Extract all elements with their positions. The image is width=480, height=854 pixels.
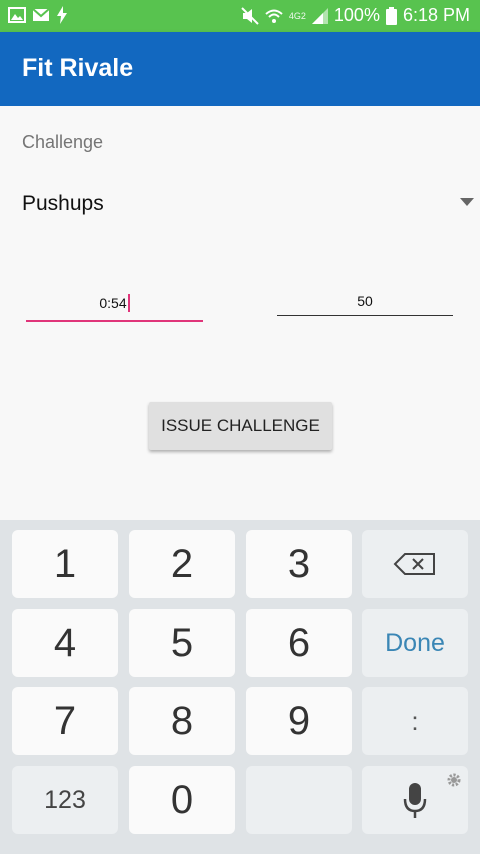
time-input[interactable]: 0:54	[26, 294, 203, 322]
battery-icon	[385, 6, 397, 25]
app-bar: Fit Rivale	[0, 32, 480, 106]
key-7[interactable]: 7	[12, 687, 118, 755]
charging-icon	[57, 6, 67, 24]
key-2[interactable]: 2	[129, 530, 235, 598]
app-title: Fit Rivale	[22, 54, 134, 82]
gear-icon	[447, 773, 461, 787]
key-0[interactable]: 0	[129, 766, 235, 834]
key-4[interactable]: 4	[12, 609, 118, 677]
key-6[interactable]: 6	[246, 609, 352, 677]
key-done[interactable]: Done	[362, 609, 468, 677]
key-8[interactable]: 8	[129, 687, 235, 755]
signal-icon	[311, 7, 328, 24]
key-3[interactable]: 3	[246, 530, 352, 598]
key-colon[interactable]: :	[362, 687, 468, 755]
challenge-label: Challenge	[22, 132, 104, 152]
time-input-underline	[26, 320, 203, 322]
key-5[interactable]: 5	[129, 609, 235, 677]
count-input-underline	[277, 315, 453, 316]
numeric-keyboard: 1 2 3 4 5 6 Done 7 8 9 : 123 0	[0, 520, 480, 854]
microphone-icon	[403, 783, 427, 818]
image-notification-icon	[8, 7, 26, 23]
network-type-label: 4G2	[288, 10, 306, 21]
text-cursor	[127, 294, 130, 312]
key-blank[interactable]	[246, 766, 352, 834]
backspace-icon	[393, 553, 435, 575]
key-9[interactable]: 9	[246, 687, 352, 755]
challenge-dropdown[interactable]: Pushups	[0, 184, 480, 224]
key-123-mode[interactable]: 123	[12, 766, 118, 834]
key-1[interactable]: 1	[12, 530, 118, 598]
challenge-dropdown-value: Pushups	[22, 192, 104, 215]
dropdown-arrow-icon	[460, 198, 474, 206]
key-voice[interactable]	[362, 766, 468, 834]
time-input-value: 0:54	[99, 295, 127, 311]
count-input-value: 50	[357, 293, 373, 309]
count-input[interactable]: 50	[277, 293, 453, 316]
mute-icon	[241, 6, 259, 25]
wifi-icon	[265, 9, 283, 23]
status-bar: 4G2 100% 6:18 PM	[0, 0, 480, 32]
email-notification-icon	[32, 8, 50, 21]
battery-percent: 100%	[333, 5, 380, 25]
clock: 6:18 PM	[402, 5, 470, 25]
issue-challenge-button[interactable]: ISSUE CHALLENGE	[149, 402, 332, 450]
challenge-form: Challenge Pushups 0:54 50 ISSUE CHALLENG…	[0, 106, 480, 520]
key-backspace[interactable]	[362, 530, 468, 598]
